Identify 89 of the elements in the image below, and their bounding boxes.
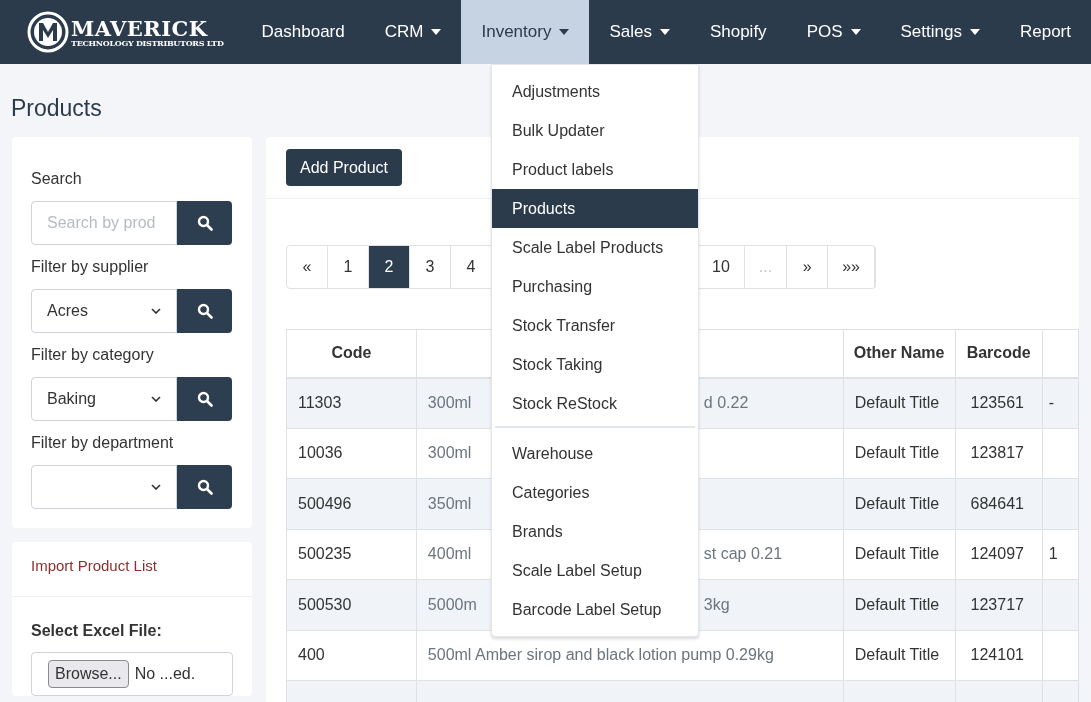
search-icon <box>196 479 213 495</box>
table-cell: Default Title <box>843 529 956 580</box>
column-header: Code <box>286 329 417 378</box>
table-cell: 500235 <box>286 529 417 580</box>
file-status: No ...ed. <box>134 663 196 684</box>
product-name: 300ml <box>427 394 472 411</box>
product-name: 350ml <box>427 494 472 512</box>
menu-item[interactable]: Adjustments <box>492 72 698 111</box>
logo-title: MAVERICK <box>71 17 209 39</box>
page-button[interactable]: » <box>787 246 829 288</box>
nav-item[interactable]: CRM <box>364 0 462 64</box>
page-title: Products <box>10 94 103 123</box>
menu-item[interactable]: Scale Label Products <box>492 228 698 267</box>
filter-label: Filter by category <box>31 345 154 365</box>
product-name: 400ml <box>427 545 472 563</box>
search-button[interactable] <box>177 465 232 509</box>
nav-item[interactable]: Settings <box>880 0 1000 64</box>
menu-item[interactable]: Products <box>492 189 698 228</box>
table-cell: Default Title <box>843 377 956 428</box>
table-cell: Default Title <box>843 478 956 529</box>
product-name: 3kg <box>703 594 730 615</box>
menu-item[interactable]: Stock Transfer <box>492 306 698 345</box>
nav-item[interactable]: Report <box>999 0 1091 64</box>
product-name: 500ml Amber sirop and black lotion pump 0.29kg <box>427 646 774 664</box>
chevron-icon <box>151 308 161 314</box>
nav-item[interactable]: Dashboard <box>241 0 365 64</box>
logo-subtitle: TECHNOLOGY DISTRIBUTORS LTD <box>71 38 224 47</box>
chevron-icon <box>151 484 161 490</box>
logo-icon <box>27 11 69 53</box>
column-header: Barcode <box>955 329 1043 378</box>
nav-item[interactable]: Inventory <box>461 0 590 64</box>
product-name: 300ml <box>427 444 472 462</box>
search-icon <box>196 391 213 407</box>
table-cell: 124097 <box>955 529 1043 580</box>
table-cell: 400 <box>286 630 417 681</box>
column-header: Other Name <box>843 329 956 378</box>
menu-item[interactable]: Scale Label Setup <box>492 551 698 590</box>
search-button[interactable] <box>177 289 232 333</box>
menu-item[interactable]: Warehouse <box>492 434 698 473</box>
filter-label: Search <box>31 169 82 189</box>
product-name: d 0.22 <box>703 393 749 413</box>
filter-label: Filter by department <box>31 433 174 453</box>
menu-item[interactable]: Categories <box>492 473 698 512</box>
table-cell: 123717 <box>955 579 1043 630</box>
menu-item[interactable]: Stock Taking <box>492 345 698 384</box>
file-label: Select Excel File: <box>30 620 163 641</box>
product-name: 5000m <box>427 595 477 613</box>
search-field[interactable]: Search by prod <box>31 201 177 245</box>
table-cell: 10036 <box>286 428 417 479</box>
table-cell: Default Title <box>843 428 956 479</box>
nav-item[interactable]: POS <box>786 0 881 64</box>
table-cell: 1 <box>1048 545 1058 563</box>
select-field[interactable]: Acres <box>31 289 177 333</box>
table-cell: 124101 <box>955 630 1043 681</box>
search-button[interactable] <box>177 377 232 421</box>
file-field[interactable]: Browse... No ...ed. <box>31 651 233 696</box>
table-cell: Default Title <box>843 630 956 681</box>
menu-item[interactable]: Brands <box>492 512 698 551</box>
table-cell: 123561 <box>955 377 1043 428</box>
nav-item[interactable]: Sales <box>589 0 690 64</box>
menu-item[interactable]: Stock ReStock <box>492 384 698 423</box>
table-cell: 123817 <box>955 428 1043 479</box>
search-button[interactable] <box>177 201 232 245</box>
product-name: st cap 0.21 <box>703 544 783 565</box>
import-title: Import Product List <box>12 542 252 597</box>
menu-item[interactable]: Bulk Updater <box>492 111 698 150</box>
table-cell: 500496 <box>286 478 417 529</box>
page-button[interactable]: « <box>287 246 328 288</box>
table-cell: 500530 <box>286 579 417 630</box>
nav-item[interactable]: Shopify <box>689 0 787 64</box>
table-cell: 684641 <box>955 478 1043 529</box>
add-product-button[interactable]: Add Product <box>286 149 403 186</box>
logo[interactable]: MAVERICK TECHNOLOGY DISTRIBUTORS LTD <box>27 11 231 53</box>
search-icon <box>196 215 213 231</box>
table-cell: - <box>1048 394 1055 411</box>
filter-label: Filter by supplier <box>31 257 149 277</box>
table-cell: 11303 <box>286 377 417 428</box>
menu-item[interactable]: Product labels <box>492 150 698 189</box>
menu-item[interactable]: Purchasing <box>492 267 698 306</box>
table-cell: Default Title <box>843 579 956 630</box>
select-field[interactable]: Baking <box>31 377 177 421</box>
page-button[interactable]: 3 <box>410 246 451 288</box>
menu-item[interactable]: Barcode Label Setup <box>492 590 698 629</box>
page-button[interactable]: »» <box>828 246 875 288</box>
chevron-icon <box>151 396 161 402</box>
browse-button[interactable]: Browse... <box>48 659 129 688</box>
select-field[interactable] <box>31 465 177 509</box>
search-icon <box>196 303 213 319</box>
page-button[interactable]: 2 <box>369 246 410 288</box>
